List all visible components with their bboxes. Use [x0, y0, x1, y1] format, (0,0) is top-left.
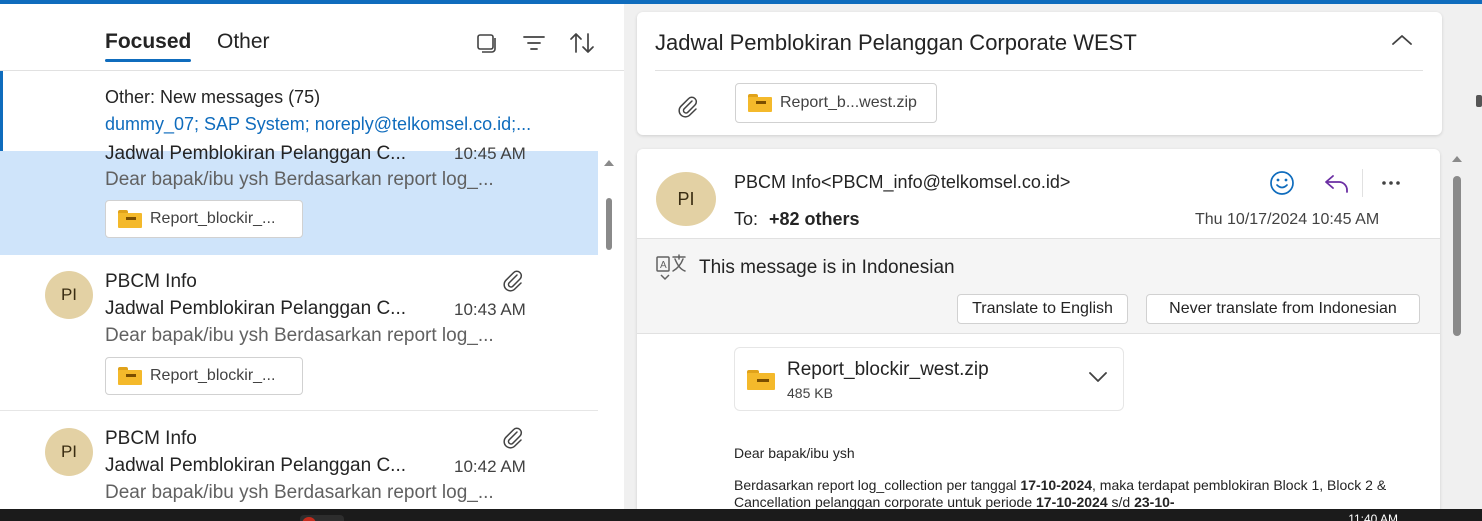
body-date: 17-10-2024 — [1020, 477, 1093, 493]
message-subject: Jadwal Pemblokiran Pelanggan C... — [105, 455, 407, 476]
reading-pane-message: PI PBCM Info<PBCM_info@telkomsel.co.id> … — [637, 149, 1440, 514]
sort-icon[interactable] — [569, 30, 595, 56]
never-translate-button[interactable]: Never translate from Indonesian — [1146, 294, 1420, 324]
filter-icon[interactable] — [521, 30, 547, 56]
message-list-scrollbar[interactable] — [601, 156, 617, 256]
divider — [1362, 169, 1363, 197]
message-subject: Jadwal Pemblokiran Pelanggan C... — [105, 143, 407, 164]
body-date: 17-10-2024 — [1036, 494, 1108, 510]
message-time: 10:45 AM — [454, 144, 526, 163]
avatar: PI — [45, 271, 93, 319]
window-edge-handle — [1476, 95, 1482, 107]
attachment-chip-label: Report_blockir_... — [150, 367, 276, 384]
taskbar: 11:40 AM — [0, 509, 1482, 521]
more-icon[interactable] — [1377, 169, 1405, 197]
paperclip-icon — [675, 94, 701, 120]
message-item[interactable]: PI PBCM Info Jadwal Pemblokiran Pelangga… — [0, 255, 598, 411]
taskbar-clock[interactable]: 11:40 AM — [1348, 512, 1398, 521]
attachment-size: 485 KB — [787, 385, 833, 401]
avatar: PI — [45, 428, 93, 476]
attachment-card[interactable]: Report_blockir_west.zip 485 KB — [734, 347, 1124, 411]
message-body-paragraph: Berdasarkan report log_collection per ta… — [734, 477, 1394, 511]
paperclip-icon — [500, 268, 526, 294]
reading-pane-header: Jadwal Pemblokiran Pelanggan Corporate W… — [637, 12, 1442, 135]
layout-icon[interactable] — [474, 30, 500, 56]
tab-focused[interactable]: Focused — [105, 30, 192, 62]
reading-subject: Jadwal Pemblokiran Pelanggan Corporate W… — [655, 30, 1137, 55]
svg-text:A: A — [660, 260, 667, 271]
message-time: 10:43 AM — [454, 300, 526, 319]
avatar[interactable]: PI — [656, 172, 716, 226]
message-sender: PBCM Info — [105, 428, 197, 449]
body-text: Berdasarkan report log_collection per ta… — [734, 477, 1021, 493]
sender-address[interactable]: PBCM Info<PBCM_info@telkomsel.co.id> — [734, 172, 1070, 193]
zip-file-icon — [118, 210, 142, 228]
zip-file-icon — [747, 370, 775, 390]
scrollbar-thumb[interactable] — [1453, 176, 1461, 336]
attachment-chip[interactable]: Report_blockir_... — [105, 357, 303, 395]
message-sender: PBCM Info — [105, 271, 197, 292]
translate-to-english-button[interactable]: Translate to English — [957, 294, 1128, 324]
message-time: 10:42 AM — [454, 457, 526, 476]
inbox-tabs: Focused Other — [0, 4, 624, 71]
translation-message: This message is in Indonesian — [699, 257, 955, 278]
recipients-link[interactable]: +82 others — [769, 209, 860, 230]
message-subject: Jadwal Pemblokiran Pelanggan C... — [105, 298, 407, 319]
emoji-icon[interactable] — [1268, 169, 1296, 197]
chevron-down-icon[interactable] — [1087, 370, 1109, 384]
message-item[interactable]: PI PBCM Info Jadwal Pemblokiran Pelangga… — [0, 412, 598, 509]
notice-senders[interactable]: dummy_07; SAP System; noreply@telkomsel.… — [105, 114, 605, 135]
divider — [655, 70, 1423, 71]
scroll-up-arrow-icon[interactable] — [1452, 156, 1462, 162]
zip-file-icon — [748, 94, 772, 112]
reply-icon[interactable] — [1322, 169, 1352, 197]
notice-accent-bar — [0, 71, 3, 151]
reading-pane-scrollbar[interactable] — [1449, 150, 1465, 510]
tab-other[interactable]: Other — [217, 30, 270, 54]
to-label: To: — [734, 209, 759, 229]
translation-bar: A This message is in Indonesian Translat… — [637, 238, 1440, 334]
notice-title: Other: New messages (75) — [105, 87, 321, 107]
attachment-name: Report_blockir_west.zip — [787, 359, 989, 380]
translate-icon: A — [655, 253, 689, 283]
message-body-greeting: Dear bapak/ibu ysh — [734, 445, 855, 461]
paperclip-icon — [500, 425, 526, 451]
body-text: s/d — [1107, 494, 1135, 510]
other-new-messages-notice[interactable]: Other: New messages (75) dummy_07; SAP S… — [0, 71, 624, 151]
message-preview: Dear bapak/ibu ysh Berdasarkan report lo… — [105, 482, 494, 503]
scroll-up-arrow-icon[interactable] — [604, 160, 614, 166]
message-list-pane: Focused Other Other: New messages (75) d… — [0, 4, 624, 509]
zip-file-icon — [118, 367, 142, 385]
chevron-up-icon[interactable] — [1389, 30, 1415, 50]
message-date: Thu 10/17/2024 10:45 AM — [1195, 211, 1380, 228]
attachment-chip[interactable]: Report_blockir_... — [105, 200, 303, 238]
header-attachment-label: Report_b...west.zip — [780, 94, 917, 111]
message-preview: Dear bapak/ibu ysh Berdasarkan report lo… — [105, 325, 494, 346]
scrollbar-thumb[interactable] — [606, 198, 612, 250]
header-attachment-chip[interactable]: Report_b...west.zip — [735, 83, 937, 123]
message-preview: Dear bapak/ibu ysh Berdasarkan report lo… — [105, 169, 494, 190]
attachment-chip-label: Report_blockir_... — [150, 210, 276, 227]
body-date: 23-10- — [1134, 494, 1175, 510]
message-item-selected[interactable]: Jadwal Pemblokiran Pelanggan C... 10:45 … — [0, 143, 598, 255]
